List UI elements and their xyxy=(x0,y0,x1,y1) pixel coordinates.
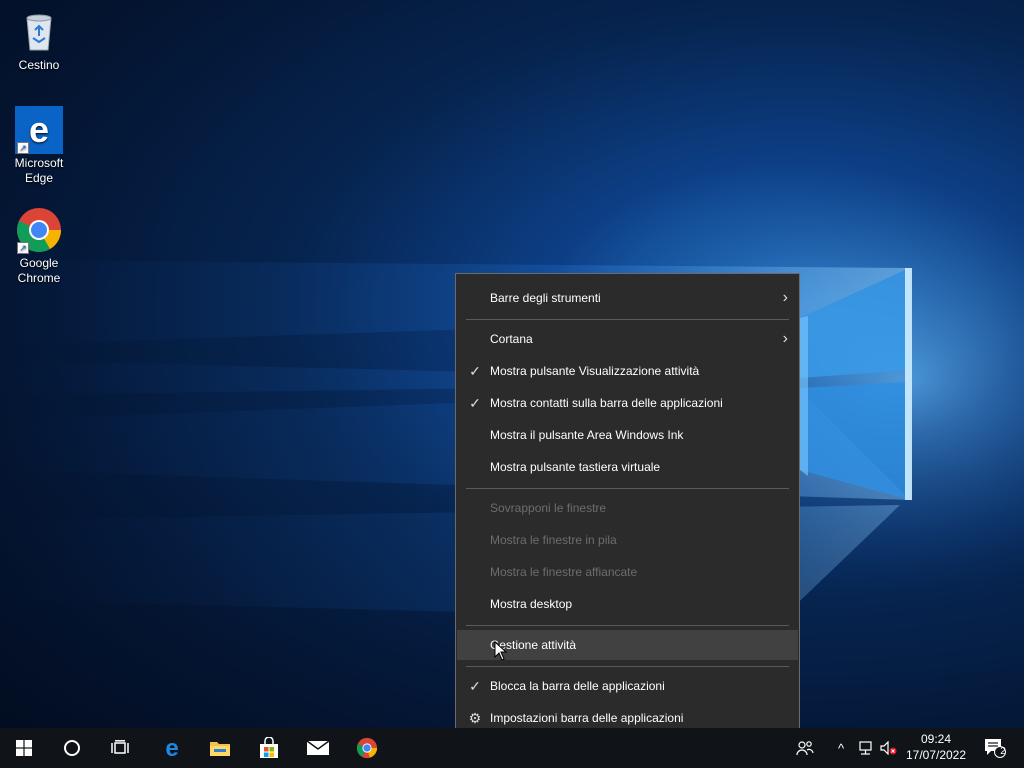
menu-item-show-windows-ink[interactable]: Mostra il pulsante Area Windows Ink xyxy=(457,420,798,450)
action-center-button[interactable]: 2 xyxy=(980,728,1010,768)
clock-date: 17/07/2022 xyxy=(905,748,967,762)
checkmark-icon: ✓ xyxy=(469,395,481,411)
desktop-icon-label: Microsoft xyxy=(14,156,64,170)
menu-item-lock-taskbar[interactable]: ✓ Blocca la barra delle applicazioni xyxy=(457,671,798,701)
menu-item-cortana[interactable]: Cortana › xyxy=(457,324,798,354)
people-button[interactable] xyxy=(790,728,820,768)
volume-button[interactable] xyxy=(877,728,899,768)
recycle-bin-icon xyxy=(15,8,63,56)
menu-item-label: Mostra le finestre in pila xyxy=(490,533,617,547)
taskbar-context-menu: Barre degli strumenti › Cortana › ✓ Most… xyxy=(455,273,800,743)
menu-item-label: Blocca la barra delle applicazioni xyxy=(490,679,665,693)
network-icon xyxy=(859,741,872,755)
shortcut-arrow-icon: ↗ xyxy=(17,242,29,254)
edge-icon: e xyxy=(165,737,178,759)
menu-item-label: Sovrapponi le finestre xyxy=(490,501,607,515)
show-hidden-icons-button[interactable]: ^ xyxy=(830,728,852,768)
menu-item-label: Cortana xyxy=(490,332,533,346)
windows-logo-icon xyxy=(16,740,32,756)
menu-item-show-touch-keyboard[interactable]: Mostra pulsante tastiera virtuale xyxy=(457,452,798,482)
chevron-right-icon: › xyxy=(782,330,788,347)
task-view-button[interactable] xyxy=(96,728,144,768)
checkmark-icon: ✓ xyxy=(469,678,481,694)
menu-item-label: Mostra desktop xyxy=(490,597,573,611)
mouse-cursor-icon xyxy=(494,641,508,661)
mail-icon xyxy=(306,740,330,755)
taskbar-store[interactable] xyxy=(245,728,293,768)
menu-item-label: Mostra le finestre affiancate xyxy=(490,565,638,579)
desktop-icon-chrome[interactable]: ↗ Google Chrome xyxy=(2,206,76,286)
chrome-icon xyxy=(356,737,378,759)
chevron-up-icon: ^ xyxy=(837,740,845,756)
taskbar-edge[interactable]: e xyxy=(148,728,196,768)
menu-item-show-desktop[interactable]: Mostra desktop xyxy=(457,589,798,619)
menu-item-task-manager[interactable]: Gestione attività xyxy=(457,630,798,660)
volume-muted-icon xyxy=(880,741,897,755)
cortana-button[interactable] xyxy=(48,728,96,768)
clock-time: 09:24 xyxy=(920,732,952,746)
people-icon xyxy=(796,741,814,756)
store-icon xyxy=(260,737,278,758)
menu-item-show-people[interactable]: ✓ Mostra contatti sulla barra delle appl… xyxy=(457,388,798,418)
chrome-icon: ↗ xyxy=(15,206,63,254)
file-explorer-icon xyxy=(210,742,230,756)
menu-item-label: Mostra contatti sulla barra delle applic… xyxy=(490,396,723,410)
shortcut-arrow-icon: ↗ xyxy=(17,142,29,154)
desktop-icon-label: Chrome xyxy=(17,271,61,285)
task-view-icon xyxy=(111,740,129,754)
menu-item-label: Barre degli strumenti xyxy=(490,291,601,305)
taskbar: e ^ 09:24 17/07/2022 2 xyxy=(0,728,1024,768)
menu-item-cascade-windows: Sovrapponi le finestre xyxy=(457,493,798,523)
start-button[interactable] xyxy=(0,728,48,768)
edge-icon: e ↗ xyxy=(15,106,63,154)
chevron-right-icon: › xyxy=(782,289,788,306)
checkmark-icon: ✓ xyxy=(469,363,481,379)
svg-text:e: e xyxy=(29,109,49,150)
menu-item-label: Impostazioni barra delle applicazioni xyxy=(490,711,684,725)
desktop-icon-label: Edge xyxy=(24,171,54,185)
menu-item-show-task-view[interactable]: ✓ Mostra pulsante Visualizzazione attivi… xyxy=(457,356,798,386)
cortana-icon xyxy=(64,740,80,756)
desktop-icon-edge[interactable]: e ↗ Microsoft Edge xyxy=(2,106,76,186)
menu-separator xyxy=(466,319,789,320)
menu-item-stack-windows: Mostra le finestre in pila xyxy=(457,525,798,555)
taskbar-mail[interactable] xyxy=(294,728,342,768)
notification-count-badge: 2 xyxy=(1000,746,1006,757)
menu-item-label: Mostra il pulsante Area Windows Ink xyxy=(490,428,684,442)
menu-item-label: Mostra pulsante Visualizzazione attività xyxy=(490,364,700,378)
menu-item-toolbars[interactable]: Barre degli strumenti › xyxy=(457,283,798,313)
desktop-icon-label: Cestino xyxy=(18,58,60,72)
network-button[interactable] xyxy=(854,728,876,768)
menu-item-label: Mostra pulsante tastiera virtuale xyxy=(490,460,661,474)
desktop-icon-label: Google xyxy=(19,256,59,270)
menu-separator xyxy=(466,625,789,626)
menu-separator xyxy=(466,488,789,489)
clock[interactable]: 09:24 17/07/2022 xyxy=(898,731,974,763)
svg-text:e: e xyxy=(165,737,178,759)
menu-item-side-by-side-windows: Mostra le finestre affiancate xyxy=(457,557,798,587)
taskbar-chrome[interactable] xyxy=(343,728,391,768)
desktop-icon-recycle-bin[interactable]: Cestino xyxy=(2,8,76,73)
taskbar-file-explorer[interactable] xyxy=(196,728,244,768)
menu-separator xyxy=(466,666,789,667)
